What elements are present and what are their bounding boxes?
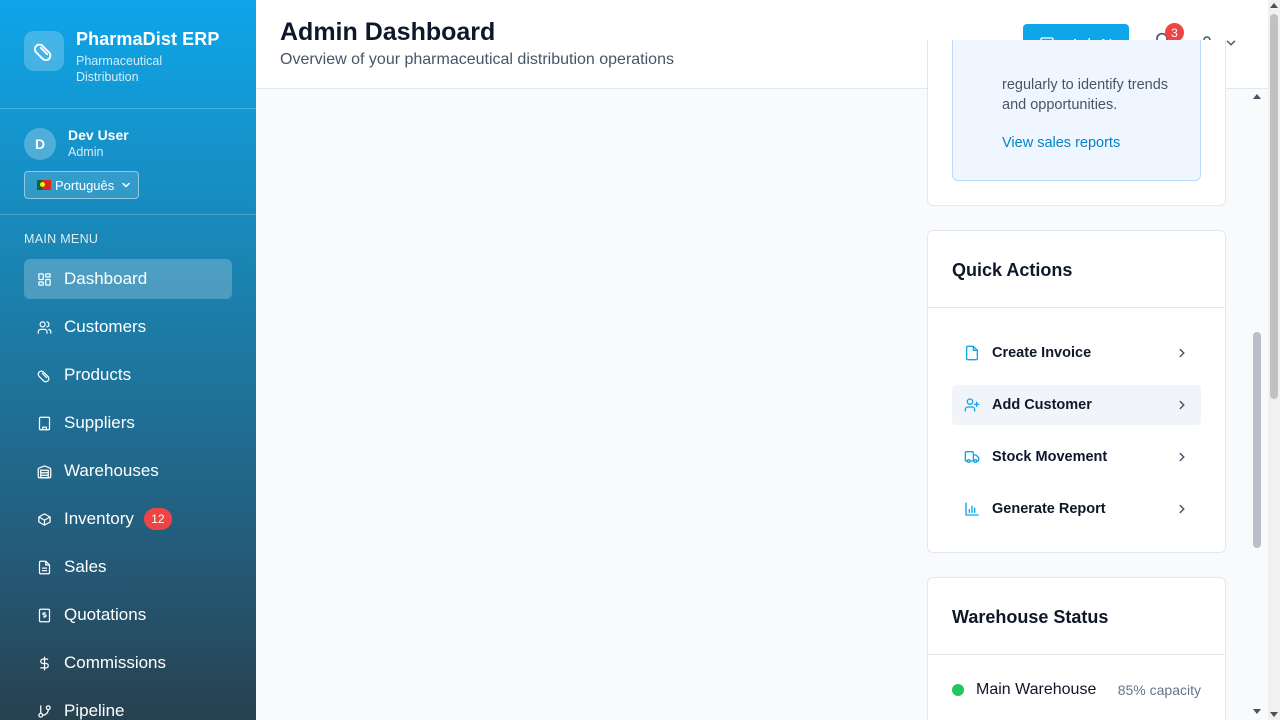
create-invoice-action[interactable]: Create Invoice [952,333,1201,373]
file-text-icon [36,559,52,575]
sidebar-item-suppliers[interactable]: Suppliers [24,403,232,443]
users-icon [36,319,52,335]
building-icon [36,415,52,431]
tip-text: regularly to identify trends and opportu… [1002,77,1169,113]
portugal-flag-icon [37,180,51,190]
sidebar-item-inventory[interactable]: Inventory 12 [24,499,232,539]
sidebar-item-dashboard[interactable]: Dashboard [24,259,232,299]
page-scrollbar[interactable] [1268,0,1280,720]
action-label: Stock Movement [992,449,1108,465]
dollar-icon [36,655,52,671]
warehouse-capacity: 85% capacity [1117,682,1201,698]
pill-icon [36,367,52,383]
inventory-badge: 12 [143,508,172,530]
chevron-right-icon [1175,450,1189,464]
sidebar-item-commissions[interactable]: Commissions [24,643,232,683]
sidebar-item-quotations[interactable]: Quotations [24,595,232,635]
menu-title: MAIN MENU [24,232,99,246]
sidebar-item-pipeline[interactable]: Pipeline [24,691,232,720]
tip-box: regularly to identify trends and opportu… [952,40,1201,181]
sidebar: PharmaDist ERP Pharmaceutical Distributi… [0,0,256,720]
pill-logo-icon [24,31,64,71]
sidebar-item-label: Warehouses [64,461,159,480]
sidebar-item-label: Inventory [64,509,134,528]
warehouse-row: Main Warehouse 85% capacity [952,681,1201,699]
generate-report-action[interactable]: Generate Report [952,489,1201,529]
git-branch-icon [36,703,52,719]
user-block: D Dev User Admin Português [0,109,256,215]
action-label: Generate Report [992,501,1106,517]
sidebar-item-label: Dashboard [64,269,148,288]
sidebar-item-label: Customers [64,317,147,336]
warehouse-name: Main Warehouse [976,681,1097,698]
user-plus-icon [964,397,980,413]
page-title: Admin Dashboard [280,18,496,46]
language-label: Português [55,177,115,193]
page-scroll-up-arrow-icon[interactable] [1270,3,1278,8]
page-subtitle: Overview of your pharmaceutical distribu… [280,51,674,68]
content-scrollbar[interactable] [1248,89,1268,720]
sidebar-item-label: Sales [64,557,107,576]
warehouse-status-title: Warehouse Status [928,578,1225,655]
brand-name: PharmaDist ERP [76,29,220,49]
sidebar-item-label: Products [64,365,132,384]
sidebar-item-sales[interactable]: Sales [24,547,232,587]
sidebar-item-label: Commissions [64,653,167,672]
brand: PharmaDist ERP Pharmaceutical Distributi… [0,0,256,109]
stock-movement-action[interactable]: Stock Movement [952,437,1201,477]
sidebar-item-warehouses[interactable]: Warehouses [24,451,232,491]
sidebar-item-label: Pipeline [64,701,125,720]
chevron-right-icon [1175,502,1189,516]
quick-actions-title: Quick Actions [928,231,1225,308]
action-label: Add Customer [992,397,1092,413]
view-sales-reports-link[interactable]: View sales reports [1002,135,1120,151]
bar-chart-icon [964,501,980,517]
chevron-down-icon [1226,40,1236,46]
layout-grid-icon [36,271,52,287]
chevron-right-icon [1175,346,1189,360]
sidebar-item-label: Quotations [64,605,147,624]
user-role: Admin [68,145,104,159]
avatar: D [24,128,56,160]
action-label: Create Invoice [992,345,1092,361]
status-dot [952,684,964,696]
file-icon [964,345,980,361]
user-name: Dev User [68,127,129,143]
language-select[interactable]: Português [24,171,139,199]
chevron-right-icon [1175,398,1189,412]
receipt-icon [36,607,52,623]
warehouse-icon [36,463,52,479]
quick-actions-card: Quick Actions Create Invoice Add Custome… [927,230,1226,553]
sidebar-item-products[interactable]: Products [24,355,232,395]
scroll-down-arrow-icon[interactable] [1253,709,1261,714]
truck-icon [964,449,980,465]
sales-tip-card: regularly to identify trends and opportu… [927,40,1226,206]
quick-actions-list: Create Invoice Add Customer Stock Moveme… [928,308,1225,529]
sidebar-item-label: Suppliers [64,413,135,432]
add-customer-action[interactable]: Add Customer [952,385,1201,425]
brand-subtitle: Pharmaceutical Distribution [76,54,163,84]
page-scroll-down-arrow-icon[interactable] [1270,712,1278,717]
scroll-thumb[interactable] [1253,332,1261,548]
package-icon [36,511,52,527]
main-nav: Dashboard Customers Products Suppliers W… [0,259,256,720]
sidebar-item-customers[interactable]: Customers [24,307,232,347]
warehouse-status-card: Warehouse Status Main Warehouse 85% capa… [927,577,1226,720]
page-scroll-thumb[interactable] [1270,14,1278,399]
chevron-down-icon [122,182,130,188]
scroll-up-arrow-icon[interactable] [1253,94,1261,99]
